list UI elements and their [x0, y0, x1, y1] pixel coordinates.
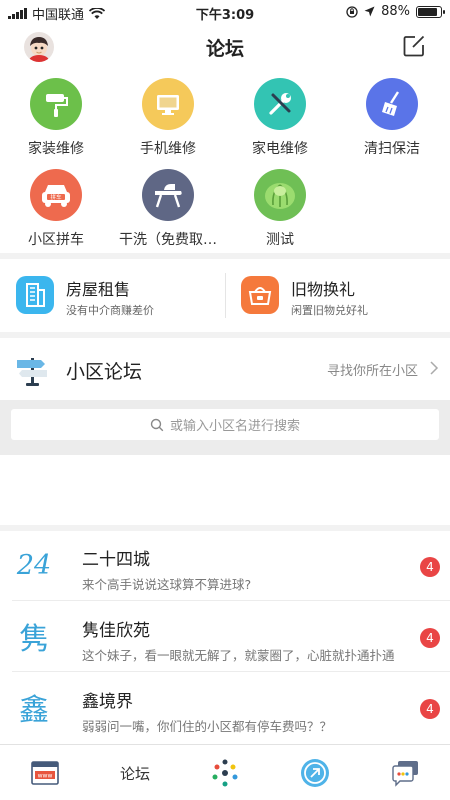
edit-icon[interactable]: [402, 34, 426, 62]
signpost-icon: [17, 358, 47, 386]
list-item[interactable]: 隽 隽佳欣苑 这个妹子，看一眼就无解了，就蒙圈了，心脏就扑通扑通 4: [0, 602, 450, 672]
bottom-tab-bar: www 论坛: [0, 744, 450, 800]
www-icon: www: [31, 761, 59, 785]
tab-label: 论坛: [119, 764, 150, 783]
service-label: 清扫保洁: [364, 141, 420, 157]
cabbage-icon: [254, 169, 306, 221]
housing-rental-card[interactable]: 房屋租售 没有中介商赚差价: [0, 259, 225, 332]
service-label: 小区拼车: [28, 232, 84, 248]
monitor-icon: [142, 78, 194, 130]
service-appliance-repair[interactable]: 家电维修: [224, 78, 336, 158]
service-cleaning[interactable]: 清扫保洁: [336, 78, 448, 158]
divider: [12, 671, 450, 672]
community-latest-post: 来个高手说说这球算不算进球?: [82, 577, 252, 592]
service-test[interactable]: 测试: [224, 169, 336, 249]
community-name: 鑫境界: [82, 692, 133, 712]
tab-browser[interactable]: www: [0, 745, 90, 800]
battery-percent: 88%: [381, 4, 410, 19]
search-area: 或输入小区名进行搜索: [0, 400, 450, 455]
location-arrow-icon: [364, 6, 375, 17]
basket-icon: [241, 276, 279, 314]
tab-messages[interactable]: [270, 745, 360, 800]
list-item[interactable]: 鑫 鑫境界 弱弱问一嘴，你们住的小区都有停车费吗？？ 4: [0, 673, 450, 743]
service-dry-clean[interactable]: 干洗（免费取…: [112, 169, 224, 249]
promo-title: 房屋租售: [66, 280, 131, 299]
svg-text:www: www: [38, 773, 53, 780]
unread-badge: 4: [420, 699, 440, 719]
service-carpool[interactable]: 拼车 小区拼车: [0, 169, 112, 249]
service-label: 手机维修: [140, 141, 196, 157]
community-name: 隽佳欣苑: [82, 621, 150, 641]
top-nav-bar: 论坛: [0, 24, 450, 70]
community-logo: 24: [16, 549, 52, 581]
community-logo: 鑫: [19, 693, 49, 728]
search-icon: [150, 418, 164, 431]
building-icon: [16, 276, 54, 314]
community-list: 24 二十四城 来个高手说说这球算不算进球? 4 隽 隽佳欣苑 这个妹子，看一眼…: [0, 531, 450, 744]
paint-roller-icon: [30, 78, 82, 130]
search-placeholder: 或输入小区名进行搜索: [169, 419, 300, 434]
community-latest-post: 弱弱问一嘴，你们住的小区都有停车费吗？？: [82, 719, 333, 734]
service-grid: 家装维修 手机维修 家电维修 清扫保洁 拼车 小区拼车 干洗（免费取… 测试: [0, 70, 450, 253]
rotation-lock-icon: [346, 5, 358, 18]
service-label: 测试: [266, 232, 294, 248]
community-logo: 隽: [19, 622, 49, 657]
service-home-repair[interactable]: 家装维修: [0, 78, 112, 158]
service-label: 家装维修: [28, 141, 84, 157]
empty-section: [0, 455, 450, 525]
chevron-right-icon: [430, 361, 439, 375]
wrench-screwdriver-icon: [254, 78, 306, 130]
promo-subtitle: 闲置旧物兑好礼: [291, 304, 368, 317]
ironing-board-icon: [142, 169, 194, 221]
tab-chat[interactable]: [360, 745, 450, 800]
promo-row: 房屋租售 没有中介商赚差价 旧物换礼 闲置旧物兑好礼: [0, 259, 450, 332]
community-search-input[interactable]: 或输入小区名进行搜索: [11, 409, 439, 440]
carpool-icon: 拼车: [30, 169, 82, 221]
divider: [12, 600, 450, 601]
page-title: 论坛: [205, 38, 244, 60]
dots-cluster-icon: [212, 759, 238, 787]
tab-forum[interactable]: 论坛: [90, 745, 180, 800]
forum-title: 小区论坛: [66, 361, 143, 383]
promo-subtitle: 没有中介商赚差价: [66, 304, 154, 317]
community-forum-header[interactable]: 小区论坛 寻找你所在小区: [0, 338, 450, 400]
svg-text:拼车: 拼车: [50, 193, 62, 201]
unread-badge: 4: [420, 628, 440, 648]
community-name: 二十四城: [82, 550, 150, 570]
broom-icon: [366, 78, 418, 130]
tab-discover[interactable]: [180, 745, 270, 800]
promo-title: 旧物换礼: [291, 280, 356, 299]
battery-icon: [416, 5, 445, 18]
compass-icon: [301, 759, 329, 787]
service-phone-repair[interactable]: 手机维修: [112, 78, 224, 158]
chat-bubbles-icon: [392, 761, 418, 787]
find-community-link[interactable]: 寻找你所在小区: [327, 360, 418, 379]
service-label: 干洗（免费取…: [119, 232, 217, 248]
trade-in-card[interactable]: 旧物换礼 闲置旧物兑好礼: [225, 259, 450, 332]
service-label: 家电维修: [252, 141, 308, 157]
unread-badge: 4: [420, 557, 440, 577]
community-latest-post: 这个妹子，看一眼就无解了，就蒙圈了，心脏就扑通扑通: [82, 648, 395, 663]
list-item[interactable]: 24 二十四城 来个高手说说这球算不算进球? 4: [0, 531, 450, 601]
status-bar: 中国联通 下午3:09 88%: [0, 0, 450, 24]
